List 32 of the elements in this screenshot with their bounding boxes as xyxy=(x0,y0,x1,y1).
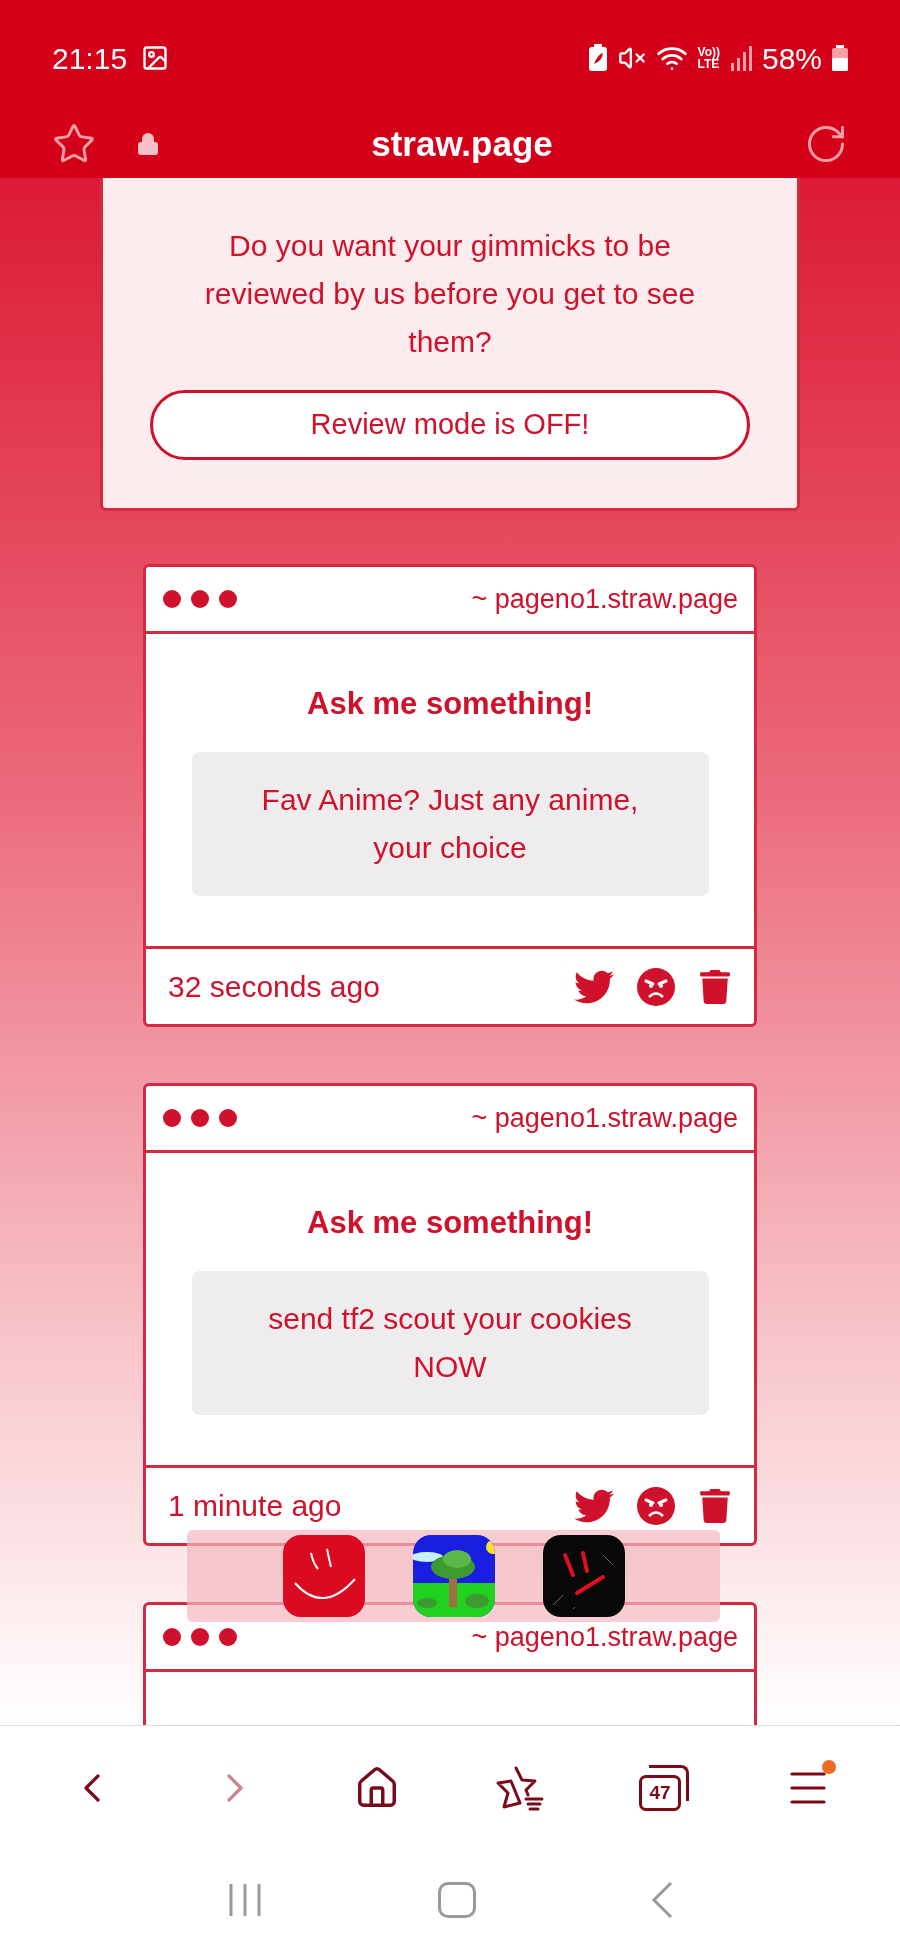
angry-face-icon[interactable] xyxy=(636,1485,676,1526)
angry-face-icon[interactable] xyxy=(636,966,676,1007)
question-bubble: send tf2 scout your cookies NOW xyxy=(191,1271,709,1415)
card-title: Ask me something! xyxy=(307,1204,593,1242)
image-icon xyxy=(141,44,170,72)
home-button[interactable] xyxy=(438,1882,476,1918)
network-label: Vo)) xyxy=(697,46,720,58)
trash-icon[interactable] xyxy=(698,969,732,1004)
clock: 21:15 xyxy=(52,40,128,77)
window-dots-icon xyxy=(162,1627,238,1647)
review-question: Do you want your gimmicks to be reviewed by us before you get to see them? xyxy=(203,228,697,360)
network-label: LTE xyxy=(697,58,720,70)
battery-icon xyxy=(832,45,848,71)
site-address: ~ pageno1.straw.page xyxy=(471,1620,738,1654)
angry-app-icon[interactable] xyxy=(542,1535,625,1617)
review-mode-button[interactable]: Review mode is OFF! xyxy=(150,390,750,460)
timestamp: 1 minute ago xyxy=(168,1489,342,1522)
lock-icon[interactable] xyxy=(136,132,160,156)
recents-icon[interactable] xyxy=(227,1882,264,1918)
card-title: Ask me something! xyxy=(307,685,593,723)
bookmarks-icon[interactable] xyxy=(495,1765,544,1811)
trash-icon[interactable] xyxy=(698,1488,732,1523)
timestamp: 32 seconds ago xyxy=(168,970,380,1003)
site-address: ~ pageno1.straw.page xyxy=(471,582,738,616)
window-dots-icon xyxy=(162,589,238,609)
signal-icon xyxy=(729,45,752,71)
smiley-app-icon[interactable] xyxy=(282,1535,365,1617)
question-bubble: Fav Anime? Just any anime, your choice xyxy=(191,752,709,896)
site-address: ~ pageno1.straw.page xyxy=(471,1101,738,1135)
battery-saver-icon xyxy=(587,44,608,72)
battery-percent: 58% xyxy=(761,40,822,77)
window-dots-icon xyxy=(162,1108,238,1128)
